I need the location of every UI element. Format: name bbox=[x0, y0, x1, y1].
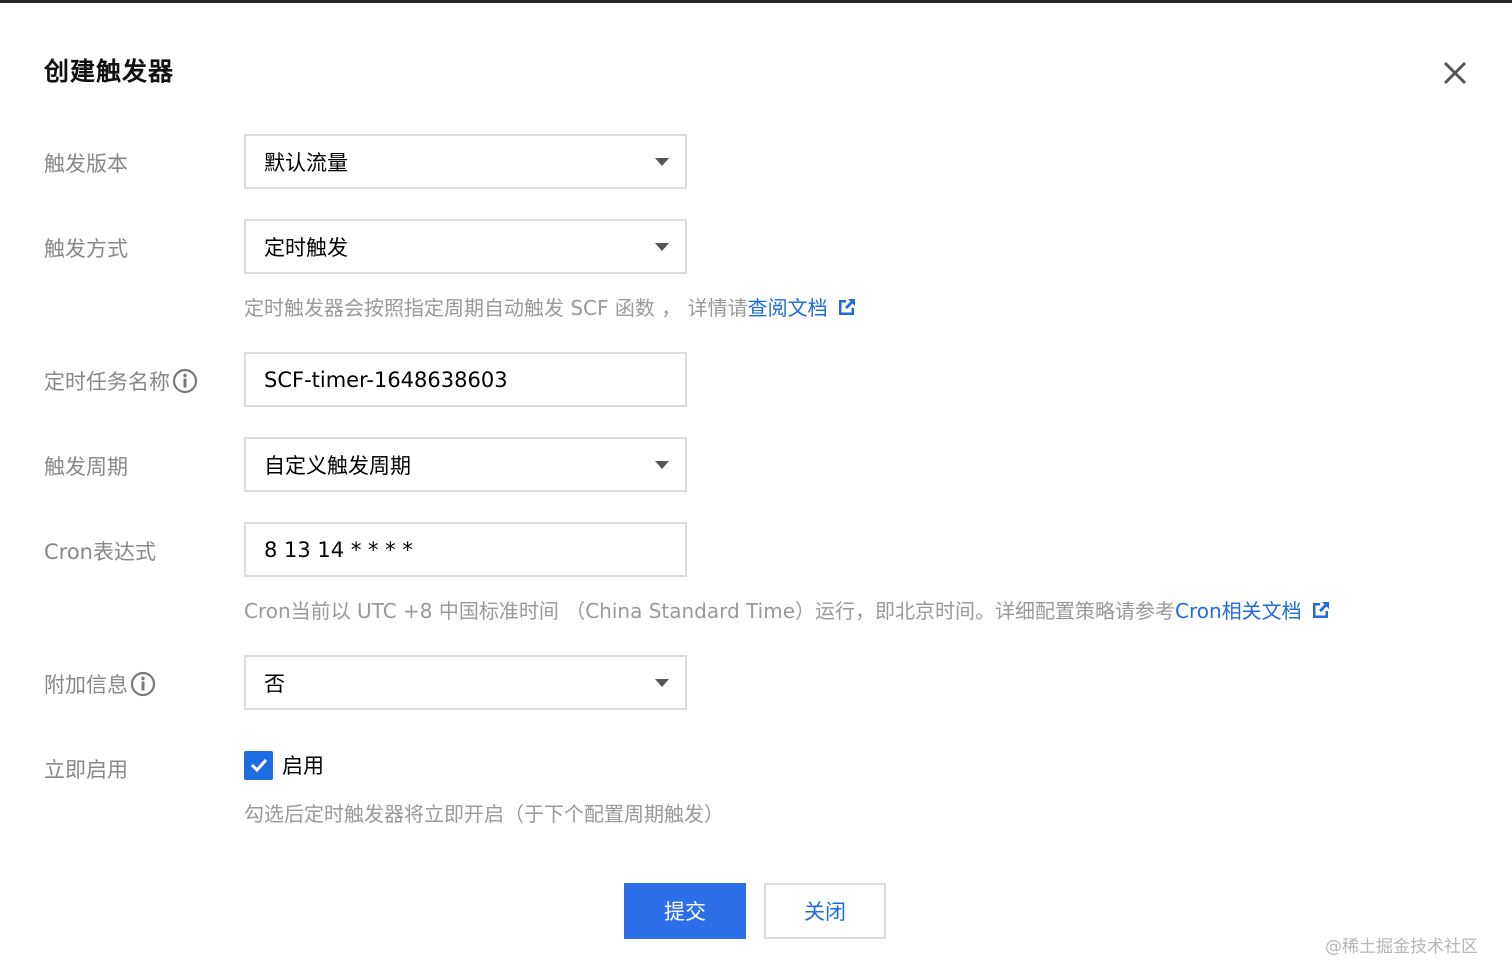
task-name-label: 定时任务名称 bbox=[44, 366, 198, 396]
dialog-title: 创建触发器 bbox=[44, 57, 175, 86]
trigger-method-label-text: 触发方式 bbox=[44, 237, 128, 261]
cron-label: Cron表达式 bbox=[44, 536, 156, 566]
extra-info-select[interactable]: 否 bbox=[244, 655, 687, 710]
cron-label-text: Cron表达式 bbox=[44, 540, 156, 564]
caret-down-icon bbox=[655, 679, 669, 687]
caret-down-icon bbox=[655, 158, 669, 166]
docs-link[interactable]: 查阅文档 bbox=[748, 292, 828, 321]
enable-now-label: 立即启用 bbox=[44, 754, 128, 784]
watermark: @稀土掘金技术社区 bbox=[1325, 937, 1478, 957]
trigger-version-label: 触发版本 bbox=[44, 148, 128, 178]
task-name-input[interactable]: SCF-timer-1648638603 bbox=[244, 352, 687, 407]
trigger-method-label: 触发方式 bbox=[44, 233, 128, 263]
info-icon[interactable] bbox=[130, 671, 156, 697]
trigger-cycle-value: 自定义触发周期 bbox=[264, 453, 411, 478]
cron-docs-link[interactable]: Cron相关文档 bbox=[1175, 595, 1302, 624]
trigger-method-hint-text: 定时触发器会按照指定周期自动触发 SCF 函数 ， 详情请 bbox=[244, 296, 748, 320]
enable-checkbox-label[interactable]: 启用 bbox=[282, 750, 324, 780]
info-icon[interactable] bbox=[172, 368, 198, 394]
check-icon bbox=[250, 758, 267, 773]
caret-down-icon bbox=[655, 461, 669, 469]
cron-input[interactable]: 8 13 14 * * * * bbox=[244, 522, 687, 577]
extra-info-label: 附加信息 bbox=[44, 669, 156, 699]
close-button[interactable] bbox=[1438, 56, 1472, 90]
trigger-method-hint: 定时触发器会按照指定周期自动触发 SCF 函数 ， 详情请 查阅文档 bbox=[244, 292, 858, 321]
trigger-version-label-text: 触发版本 bbox=[44, 152, 128, 176]
cron-hint-text: Cron当前以 UTC +8 中国标准时间 （China Standard Ti… bbox=[244, 599, 1175, 623]
close-icon bbox=[1443, 61, 1467, 85]
trigger-cycle-label: 触发周期 bbox=[44, 451, 128, 481]
trigger-cycle-label-text: 触发周期 bbox=[44, 455, 128, 479]
enable-hint: 勾选后定时触发器将立即开启（于下个配置周期触发） bbox=[244, 798, 724, 827]
cron-value: 8 13 14 * * * * bbox=[264, 537, 413, 562]
trigger-method-select[interactable]: 定时触发 bbox=[244, 219, 687, 274]
close-dialog-button[interactable]: 关闭 bbox=[764, 883, 886, 939]
enable-checkbox-row[interactable]: 启用 bbox=[244, 750, 324, 780]
cron-hint: Cron当前以 UTC +8 中国标准时间 （China Standard Ti… bbox=[244, 595, 1332, 624]
extra-info-value: 否 bbox=[264, 671, 285, 696]
task-name-label-text: 定时任务名称 bbox=[44, 370, 170, 394]
trigger-method-value: 定时触发 bbox=[264, 235, 348, 260]
trigger-version-select[interactable]: 默认流量 bbox=[244, 134, 687, 189]
enable-now-label-text: 立即启用 bbox=[44, 758, 128, 782]
caret-down-icon bbox=[655, 243, 669, 251]
trigger-version-value: 默认流量 bbox=[264, 150, 348, 175]
extra-info-label-text: 附加信息 bbox=[44, 673, 128, 697]
trigger-cycle-select[interactable]: 自定义触发周期 bbox=[244, 437, 687, 492]
submit-button[interactable]: 提交 bbox=[624, 883, 746, 939]
enable-hint-text: 勾选后定时触发器将立即开启（于下个配置周期触发） bbox=[244, 802, 724, 826]
external-link-icon[interactable] bbox=[1310, 599, 1332, 621]
task-name-value: SCF-timer-1648638603 bbox=[264, 367, 508, 392]
external-link-icon[interactable] bbox=[836, 296, 858, 318]
enable-checkbox[interactable] bbox=[244, 750, 273, 780]
top-border bbox=[0, 0, 1512, 3]
